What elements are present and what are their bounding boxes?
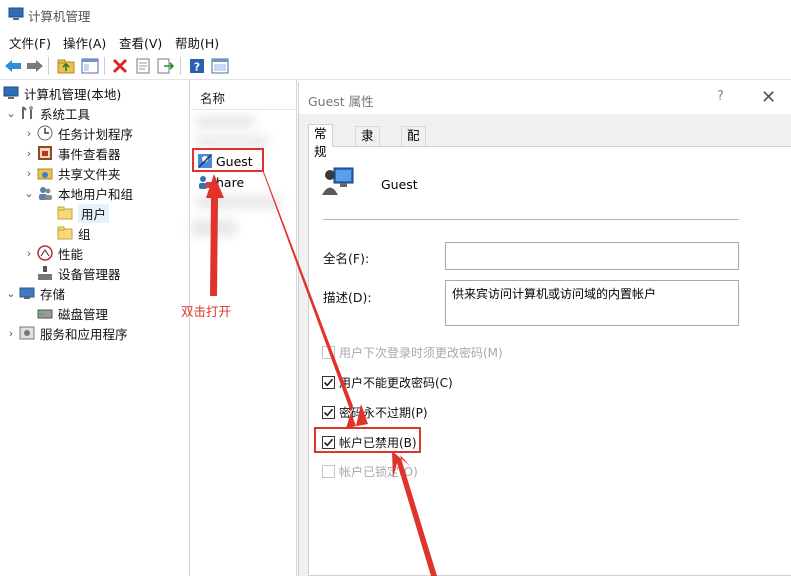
export-icon[interactable]: [156, 56, 176, 76]
checkbox-box: [322, 375, 335, 389]
show-hide-tree-icon[interactable]: [80, 56, 100, 76]
chevron-down-icon[interactable]: ⌄: [4, 107, 18, 120]
toolbar: ?: [0, 52, 791, 80]
shared-folder-icon: [36, 165, 54, 181]
user-icon: [199, 176, 212, 189]
account-locked-checkbox[interactable]: 帐户已锁定(O): [322, 463, 418, 479]
forward-arrow-icon[interactable]: [25, 56, 45, 76]
window-titlebar: 计算机管理: [0, 0, 791, 28]
tree-item-services-apps[interactable]: › 服务和应用程序: [4, 323, 128, 343]
password-never-expires-checkbox[interactable]: 密码永不过期(P): [322, 404, 428, 420]
computer-management-icon: [8, 7, 24, 20]
chevron-right-icon[interactable]: ›: [4, 327, 18, 340]
tree-item-system-tools[interactable]: ⌄ 系统工具: [4, 103, 90, 123]
users-group-icon: [36, 185, 54, 201]
tab-member-of[interactable]: 隶属于: [355, 126, 380, 179]
annotation-box-guest: [192, 148, 264, 172]
checkmark-icon: [323, 408, 334, 416]
folder-icon: [56, 225, 74, 241]
description-label: 描述(D):: [323, 290, 372, 305]
menu-view[interactable]: 查看(V): [119, 33, 162, 52]
menu-action[interactable]: 操作(A): [63, 33, 106, 52]
help-button[interactable]: ?: [717, 89, 724, 104]
help-icon[interactable]: ?: [187, 56, 207, 76]
computer-management-icon: [2, 85, 20, 101]
divider: [323, 219, 739, 220]
tree-item-users[interactable]: 用户: [56, 203, 110, 223]
blurred-item: [195, 136, 269, 146]
event-viewer-icon: [36, 145, 54, 161]
tree-item-disk-management[interactable]: 磁盘管理: [36, 303, 108, 323]
blurred-item: [195, 196, 281, 208]
general-tab-panel: Guest 全名(F): 描述(D): 供来宾访问计算机或访问域的内置帐户 用户…: [308, 146, 791, 576]
tab-profile[interactable]: 配置文件: [401, 126, 426, 197]
chevron-right-icon[interactable]: ›: [22, 147, 36, 160]
chevron-right-icon[interactable]: ›: [22, 167, 36, 180]
checkbox-box: [322, 345, 335, 359]
tree-item-performance[interactable]: › 性能: [22, 243, 83, 263]
checkmark-icon: [323, 378, 334, 386]
folder-icon: [56, 205, 74, 221]
back-arrow-icon[interactable]: [3, 56, 23, 76]
chevron-down-icon[interactable]: ⌄: [22, 187, 36, 200]
chevron-right-icon[interactable]: ›: [22, 247, 36, 260]
checkbox-box: [322, 405, 335, 419]
window-title: 计算机管理: [28, 9, 91, 24]
dialog-title: Guest 属性: [308, 94, 374, 109]
full-name-field[interactable]: [445, 242, 739, 270]
svg-text:?: ?: [194, 61, 200, 74]
tree-item-event-viewer[interactable]: › 事件查看器: [22, 143, 121, 163]
tree-item-device-manager[interactable]: 设备管理器: [36, 263, 121, 283]
tree-root-label: 计算机管理(本地): [24, 86, 122, 102]
tree-item-task-scheduler[interactable]: › 任务计划程序: [22, 123, 133, 143]
services-icon: [18, 325, 36, 341]
tree-root[interactable]: 计算机管理(本地): [2, 83, 121, 103]
console-tree: 计算机管理(本地) ⌄ 系统工具 › 任务计划程序 › 事件查看器 › 共享文件…: [0, 80, 190, 576]
annotation-text: 双击打开: [181, 304, 232, 319]
tree-item-groups[interactable]: 组: [56, 223, 91, 243]
tree-item-shared-folders[interactable]: › 共享文件夹: [22, 163, 121, 183]
tools-icon: [18, 105, 36, 121]
menu-file[interactable]: 文件(F): [9, 33, 51, 52]
dialog-titlebar: Guest 属性 ? ✕: [299, 82, 791, 114]
view-icon[interactable]: [210, 56, 230, 76]
user-account-icon: [322, 167, 354, 195]
annotation-box-disabled: [314, 427, 421, 453]
cannot-change-password-checkbox[interactable]: 用户不能更改密码(C): [322, 374, 453, 390]
description-field[interactable]: 供来宾访问计算机或访问域的内置帐户: [445, 280, 739, 326]
menu-help[interactable]: 帮助(H): [175, 33, 219, 52]
menu-bar: 文件(F) 操作(A) 查看(V) 帮助(H): [0, 28, 791, 52]
tree-item-storage[interactable]: ⌄ 存储: [4, 283, 65, 303]
blurred-item: [191, 220, 237, 236]
list-column-header[interactable]: 名称: [191, 80, 297, 110]
up-folder-icon[interactable]: [56, 56, 76, 76]
user-name-label: Guest: [381, 177, 418, 192]
clock-icon: [36, 125, 54, 141]
delete-icon[interactable]: [110, 56, 130, 76]
list-item-share[interactable]: hare: [197, 172, 244, 192]
disk-icon: [36, 305, 54, 321]
checkbox-box: [322, 464, 335, 478]
blurred-item: [195, 116, 255, 128]
chevron-right-icon[interactable]: ›: [22, 127, 36, 140]
performance-icon: [36, 245, 54, 261]
storage-icon: [18, 285, 36, 301]
guest-properties-dialog: Guest 属性 ? ✕ 常规 隶属于 配置文件 Guest 全名(F): 描述…: [298, 82, 791, 576]
full-name-label: 全名(F):: [323, 251, 370, 266]
properties-icon[interactable]: [133, 56, 153, 76]
tree-item-local-users-groups[interactable]: ⌄ 本地用户和组: [22, 183, 133, 203]
close-button[interactable]: ✕: [761, 87, 776, 108]
device-manager-icon: [36, 265, 54, 281]
tab-general[interactable]: 常规: [308, 124, 333, 159]
chevron-down-icon[interactable]: ⌄: [4, 287, 18, 300]
must-change-password-checkbox[interactable]: 用户下次登录时须更改密码(M): [322, 344, 503, 360]
